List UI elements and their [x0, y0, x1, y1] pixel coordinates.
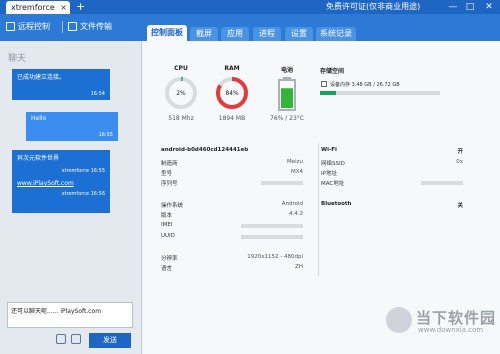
- bluetooth-label: Bluetooth: [321, 201, 352, 207]
- ram-label: RAM: [224, 65, 240, 72]
- message-text: 已成功建立连接。: [17, 74, 66, 81]
- tab-apps[interactable]: 应用: [221, 27, 249, 41]
- file-transfer-icon: [68, 22, 77, 31]
- tab-settings[interactable]: 设置: [285, 27, 313, 41]
- battery-widget: 电池 76% / 23°C: [267, 65, 307, 122]
- message-sender: xtremforce 16:55: [61, 168, 105, 174]
- ssid-value: 0x: [456, 159, 463, 165]
- tab-screenshot[interactable]: 截屏: [190, 27, 218, 41]
- ram-gauge: RAM 84% 1894 MB: [212, 65, 252, 122]
- message-time: 16:54: [90, 91, 105, 97]
- info-key: 语言: [161, 266, 173, 272]
- mac-label: MAC地址: [321, 181, 345, 187]
- info-key: IMEI: [161, 222, 173, 228]
- info-value: MX4: [290, 169, 303, 175]
- mac-redacted: [421, 181, 463, 185]
- info-value: ZH: [295, 264, 303, 270]
- imei-redacted: [241, 224, 303, 228]
- info-key: 操作系统: [161, 203, 184, 209]
- remote-control-icon: [6, 22, 15, 31]
- info-key: UUID: [161, 233, 175, 239]
- ssid-label: 网络SSID: [321, 161, 345, 167]
- message-sender: xtremforce 16:56: [61, 191, 105, 197]
- maximize-button[interactable]: □: [463, 0, 477, 14]
- chat-input[interactable]: 还可以聊天呢...... iPlaySoft.com: [7, 302, 133, 328]
- ram-usage: 1894 MB: [218, 115, 246, 122]
- tab-processes[interactable]: 进程: [253, 27, 281, 41]
- cpu-frequency: 518 Mhz: [168, 115, 194, 122]
- battery-icon: [278, 77, 296, 111]
- chat-title: 聊天: [8, 54, 27, 64]
- watermark-text: 当下软件园: [416, 309, 497, 327]
- cpu-gauge: CPU 2% 518 Mhz: [161, 65, 201, 122]
- new-tab-button[interactable]: +: [76, 0, 85, 13]
- battery-status: 76% / 23°C: [270, 115, 304, 122]
- device-id: android-b0d460cd124441eb: [161, 147, 249, 153]
- remote-control-button[interactable]: 远程控制: [6, 20, 50, 34]
- info-value: Android: [281, 201, 303, 207]
- tab-system-log[interactable]: 系统记录: [316, 27, 356, 41]
- chat-panel: 聊天 已成功建立连接。 16:54 Hello 16:55 异次元软件世界 xt…: [0, 41, 142, 354]
- close-window-button[interactable]: ✕: [482, 0, 496, 14]
- storage-icon: [321, 81, 327, 87]
- chat-message: 异次元软件世界 xtremforce 16:55 www.iPlaySoft.c…: [12, 150, 110, 213]
- tab-control-panel[interactable]: 控制面板: [147, 25, 187, 41]
- ram-value: 84%: [225, 90, 239, 97]
- info-value: 1920x1152 - 480dpi: [247, 254, 303, 260]
- info-key: 版本: [161, 213, 173, 219]
- uuid-redacted: [241, 235, 303, 239]
- cpu-label: CPU: [174, 65, 188, 72]
- ip-label: IP地址: [321, 171, 337, 177]
- send-button[interactable]: 发送: [89, 333, 131, 348]
- header-bar: 远程控制 文件传输 控制面板 截屏 应用 进程 设置 系统记录: [0, 14, 500, 41]
- file-transfer-button[interactable]: 文件传输: [68, 20, 112, 34]
- info-divider: [318, 143, 319, 276]
- info-value: Meizu: [286, 159, 303, 165]
- serial-redacted: [261, 181, 303, 185]
- info-value: 4.4.2: [289, 211, 303, 217]
- wifi-label: Wi-Fi: [321, 147, 337, 153]
- window-tab[interactable]: xtremforce ×: [6, 1, 70, 14]
- notify-icon[interactable]: [71, 334, 81, 344]
- header-divider: [62, 21, 63, 33]
- ram-ring: 84%: [216, 77, 248, 109]
- info-key: 制造商: [161, 161, 178, 167]
- info-key: 型号: [161, 171, 173, 177]
- license-label: 免费许可证(仅非商业用途): [326, 2, 421, 11]
- message-text: 异次元软件世界: [17, 155, 60, 162]
- cpu-value: 2%: [176, 90, 186, 97]
- info-key: 分辨率: [161, 256, 178, 262]
- storage-label: 存储空间: [320, 68, 345, 75]
- bluetooth-state: 关: [457, 203, 463, 209]
- watermark-logo-icon: [386, 307, 412, 333]
- storage-bar: [320, 91, 440, 95]
- emoji-icon[interactable]: [56, 334, 66, 344]
- cpu-ring: 2%: [165, 77, 197, 109]
- file-transfer-label: 文件传输: [80, 22, 112, 31]
- storage-text: 设备内存 3.48 GB / 26.72 GB: [330, 82, 400, 88]
- message-link[interactable]: www.iPlaySoft.com: [17, 180, 105, 187]
- info-key: 序列号: [161, 181, 178, 187]
- wifi-state: 开: [457, 149, 463, 155]
- battery-label: 电池: [280, 67, 293, 74]
- storage-bar-fill: [320, 91, 336, 95]
- chat-message: 已成功建立连接。 16:54: [12, 69, 110, 100]
- title-bar: xtremforce × + 免费许可证(仅非商业用途) — □ ✕: [0, 0, 500, 14]
- message-text: Hello: [31, 115, 47, 122]
- tab-close-icon[interactable]: ×: [60, 1, 67, 14]
- message-time: 16:55: [98, 132, 113, 138]
- minimize-button[interactable]: —: [446, 0, 460, 14]
- watermark-url: www.downxia.com: [418, 326, 484, 334]
- remote-control-label: 远程控制: [18, 22, 50, 31]
- chat-message: Hello 16:55: [26, 112, 118, 141]
- tab-label: xtremforce: [11, 3, 55, 12]
